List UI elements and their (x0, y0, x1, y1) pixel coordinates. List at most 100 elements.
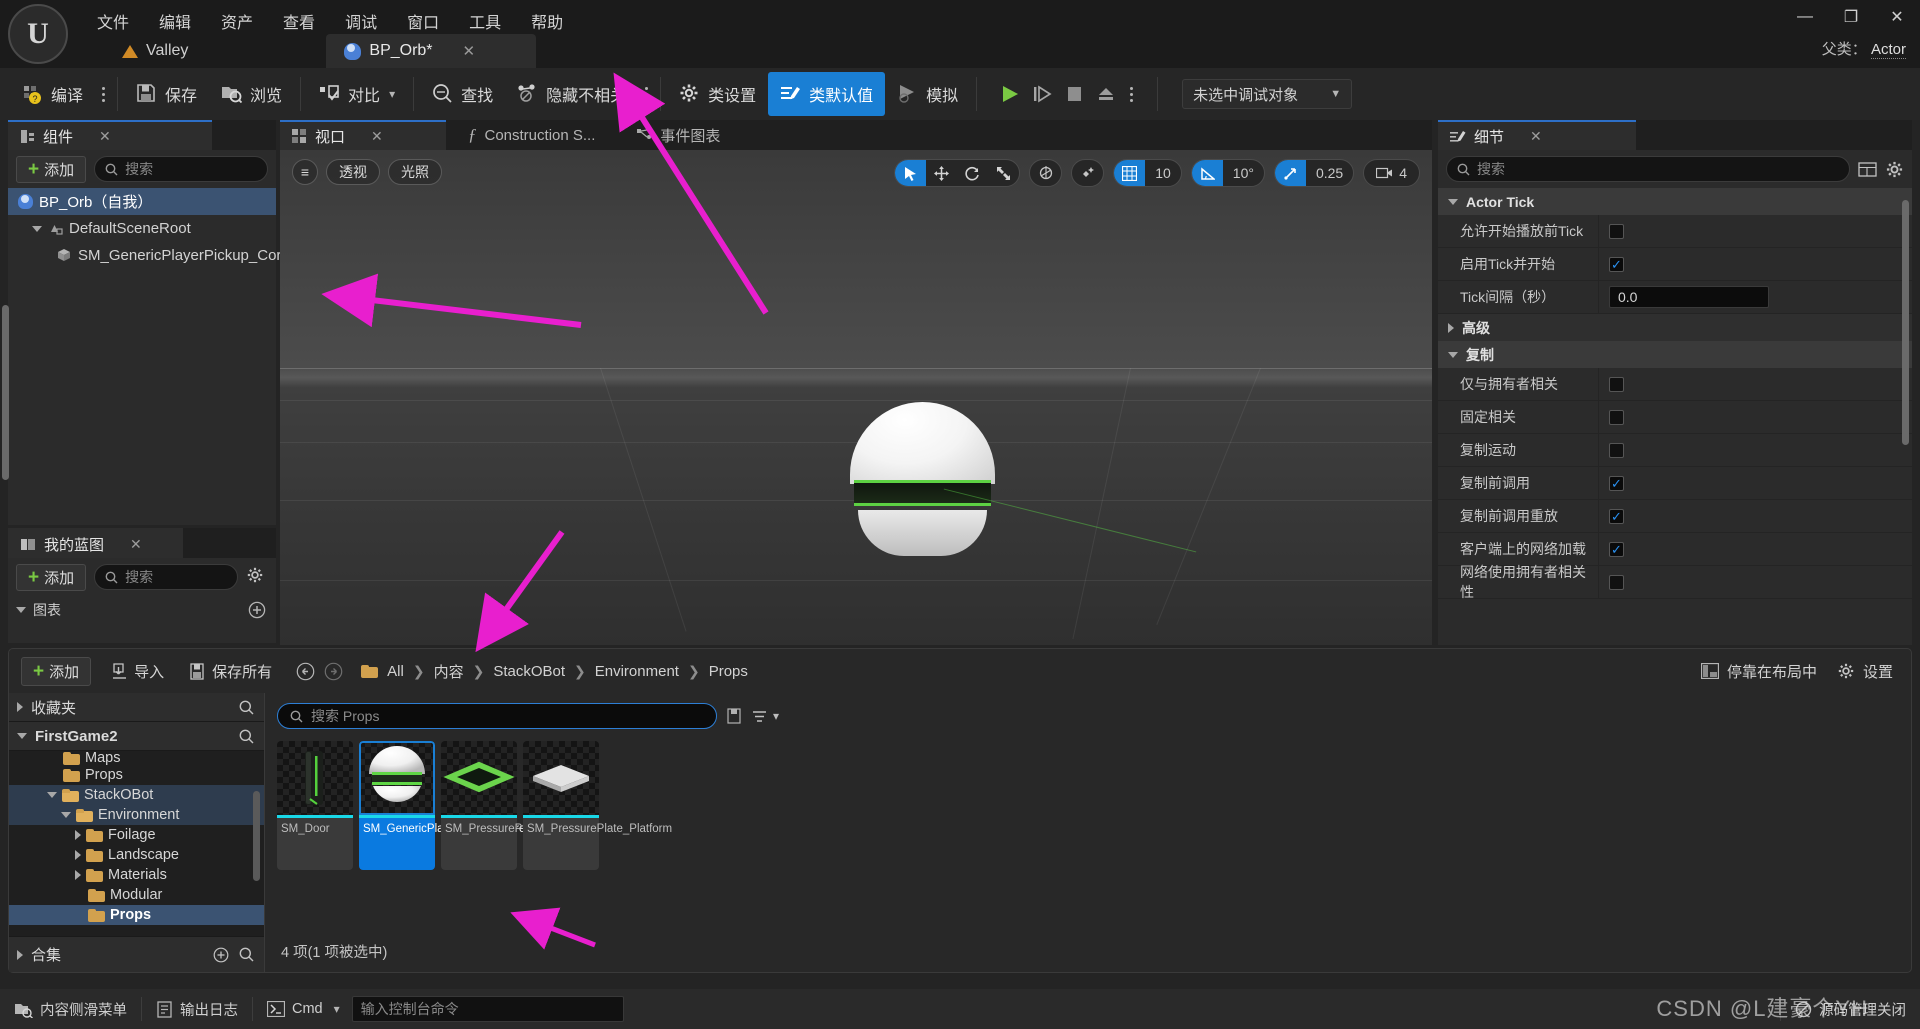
checkbox-allow-tick-before-begin-play[interactable] (1609, 223, 1624, 239)
angle-snap-value[interactable]: 10° (1223, 160, 1264, 186)
checkbox-replicate-movement[interactable] (1609, 442, 1624, 458)
tree-scrollbar[interactable] (253, 791, 260, 881)
world-coordinate-button[interactable] (1030, 160, 1061, 186)
simulate-button[interactable]: 模拟 (885, 72, 970, 116)
details-category-replication[interactable]: 复制 (1438, 341, 1912, 368)
cmd-selector[interactable]: Cmd ▾ (253, 989, 344, 1029)
tab-bp-orb[interactable]: BP_Orb* ✕ (326, 34, 537, 68)
component-row-staticmesh[interactable]: SM_GenericPlayerPickup_Core (8, 242, 290, 269)
components-search-input[interactable]: 搜索 (94, 156, 268, 182)
move-tool-button[interactable] (926, 160, 957, 186)
console-command-input[interactable]: 输入控制台命令 (351, 996, 624, 1022)
menu-view[interactable]: 查看 (268, 4, 330, 38)
compile-button[interactable]: ? 编译 (10, 72, 95, 116)
find-button[interactable]: 查找 (420, 72, 505, 116)
viewport-3d[interactable]: ≡ 透视 光照 10 10° 0.25 4 (280, 150, 1432, 645)
chevron-down-icon[interactable] (16, 607, 26, 613)
asset-tile-sm-pressureplate-frame[interactable]: SM_PressurePlate_Frame (441, 741, 581, 870)
chevron-down-icon[interactable] (32, 225, 42, 232)
save-search-icon[interactable] (727, 708, 742, 724)
camera-speed-value-wrap[interactable]: 4 (1364, 160, 1419, 186)
breadcrumb-all[interactable]: All (387, 663, 404, 680)
rotate-tool-button[interactable] (957, 160, 988, 186)
scale-tool-button[interactable] (988, 160, 1019, 186)
compile-options-kebab[interactable] (95, 77, 111, 111)
chevron-down-icon[interactable] (1448, 351, 1458, 358)
tree-favorites-header[interactable]: 收藏夹 (9, 693, 264, 722)
maximize-icon[interactable]: ❐ (1828, 0, 1874, 34)
tab-myblueprint-close[interactable]: ✕ (130, 536, 142, 553)
tab-details-close[interactable]: ✕ (1530, 128, 1542, 145)
tree-item-props-root[interactable]: Props (9, 765, 264, 785)
tree-item-environment[interactable]: Environment (9, 805, 264, 825)
myblueprint-search-input[interactable]: 搜索 (94, 564, 238, 590)
breadcrumb-content[interactable]: 内容 (434, 661, 464, 682)
checkbox-call-pre-replication[interactable] (1609, 475, 1624, 491)
asset-tile-sm-genericplayerpickup-core[interactable]: SM_GenericPlayerPickup_Core (359, 741, 525, 870)
myblueprint-settings-gear-icon[interactable] (246, 566, 268, 588)
perspective-button[interactable]: 透视 (326, 159, 380, 185)
select-tool-button[interactable] (895, 160, 927, 186)
grid-snap-value[interactable]: 10 (1145, 160, 1181, 186)
chevron-right-icon[interactable] (17, 702, 23, 712)
chevron-down-icon[interactable] (47, 792, 57, 798)
breadcrumb-stackobot[interactable]: StackOBot (493, 663, 565, 680)
details-search-input[interactable]: 搜索 (1446, 156, 1850, 182)
tab-valley[interactable]: Valley (104, 34, 206, 68)
stop-button[interactable] (1059, 77, 1089, 111)
menu-assets[interactable]: 资产 (206, 4, 268, 38)
component-row-bp-orb[interactable]: BP_Orb（自我） (8, 188, 276, 215)
filter-button[interactable]: ▾ (752, 709, 779, 724)
asset-tile-sm-pressureplate-platform[interactable]: SM_PressurePlate_Platform (523, 741, 672, 870)
checkbox-always-relevant[interactable] (1609, 409, 1624, 425)
tree-item-foilage[interactable]: Foilage (9, 825, 264, 845)
search-icon[interactable] (239, 729, 254, 744)
save-button[interactable]: 保存 (124, 72, 209, 116)
parent-class-value[interactable]: Actor (1870, 41, 1906, 59)
checkbox-net-use-owner-relevancy[interactable] (1609, 574, 1624, 590)
tab-construction-script[interactable]: ƒ Construction S... (446, 120, 607, 150)
grid-snap-toggle[interactable] (1114, 160, 1146, 186)
chevron-right-icon[interactable] (1448, 322, 1454, 333)
components-scrollbar[interactable] (2, 305, 9, 480)
hide-unrelated-button[interactable]: 隐藏不相关 (505, 72, 638, 116)
tab-event-graph[interactable]: 事件图表 (607, 120, 732, 150)
add-graph-icon[interactable] (248, 601, 266, 619)
components-add-button[interactable]: + 添加 (16, 155, 87, 183)
minimize-icon[interactable]: — (1782, 0, 1828, 34)
tab-components[interactable]: 组件 ✕ (8, 120, 212, 150)
columns-icon[interactable] (1858, 160, 1877, 179)
gear-icon[interactable] (1885, 160, 1904, 179)
lighting-button[interactable]: 光照 (388, 159, 442, 185)
chevron-right-icon[interactable] (75, 870, 81, 880)
chevron-down-icon[interactable] (17, 733, 27, 739)
details-category-advanced[interactable]: 高级 (1438, 314, 1912, 341)
back-arrow-icon[interactable] (296, 662, 315, 681)
output-log-button[interactable]: 输出日志 (142, 989, 252, 1029)
forward-arrow-icon[interactable] (324, 662, 343, 681)
tree-item-props-selected[interactable]: Props (9, 905, 264, 925)
angle-snap-toggle[interactable] (1191, 160, 1223, 186)
search-icon[interactable] (239, 947, 254, 962)
add-collection-icon[interactable] (213, 947, 229, 963)
viewport-menu-button[interactable]: ≡ (292, 159, 318, 185)
scale-snap-value[interactable]: 0.25 (1306, 160, 1353, 186)
chevron-right-icon[interactable] (17, 949, 23, 960)
scale-snap-toggle[interactable] (1274, 160, 1306, 186)
input-tick-interval[interactable]: 0.0 (1609, 286, 1769, 308)
tree-item-maps[interactable]: Maps (9, 751, 264, 765)
search-icon[interactable] (239, 700, 254, 715)
unreal-engine-logo[interactable]: U (8, 4, 68, 64)
hide-unrelated-kebab[interactable] (638, 77, 654, 111)
menu-tools[interactable]: 工具 (454, 4, 516, 38)
tree-item-materials[interactable]: Materials (9, 865, 264, 885)
browse-button[interactable]: 浏览 (209, 72, 294, 116)
tree-item-landscape[interactable]: Landscape (9, 845, 264, 865)
play-button[interactable] (995, 77, 1025, 111)
asset-search-input[interactable]: 搜索 Props (277, 703, 717, 729)
menu-file[interactable]: 文件 (82, 4, 144, 38)
tab-components-close[interactable]: ✕ (99, 128, 111, 145)
tab-details[interactable]: 细节 ✕ (1438, 120, 1636, 150)
eject-button[interactable] (1091, 77, 1121, 111)
class-settings-button[interactable]: 类设置 (667, 72, 768, 116)
